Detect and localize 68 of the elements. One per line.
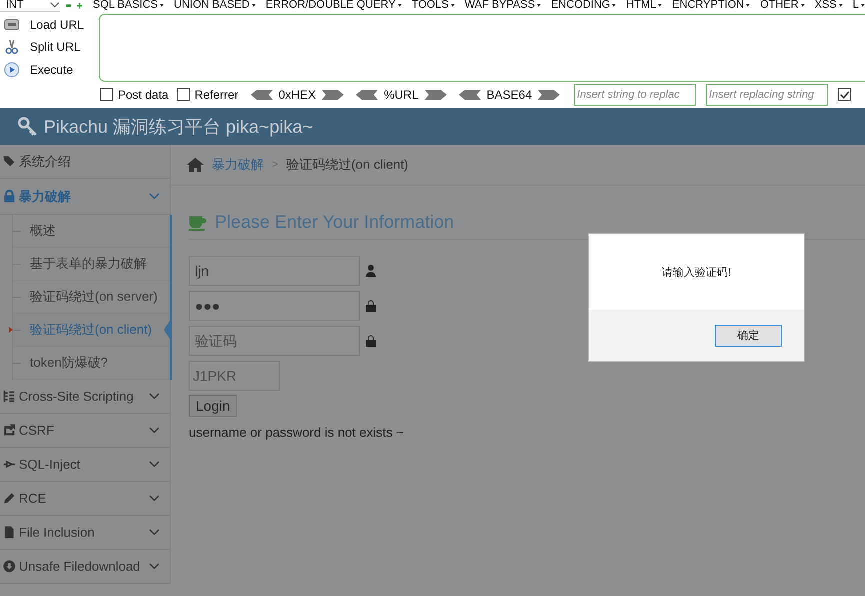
sidebar-item[interactable]: CSRF — [0, 414, 170, 448]
sidebar-item-icon — [3, 526, 16, 539]
sidebar-item[interactable]: File Inclusion — [0, 516, 170, 550]
menu-item[interactable]: HTML — [626, 0, 662, 11]
url-type-dropdown[interactable]: INT — [0, 0, 60, 12]
option-checkbox[interactable]: Referrer — [176, 88, 239, 102]
left-arrow-icon[interactable] — [250, 90, 273, 100]
sidebar-item-icon — [3, 390, 16, 403]
cup-icon — [189, 214, 207, 230]
left-arrow-icon[interactable] — [356, 90, 378, 100]
lock-icon — [366, 335, 376, 347]
right-arrow-icon[interactable] — [424, 90, 447, 100]
option-checkbox[interactable]: Post data — [100, 88, 169, 102]
username-field[interactable]: ljn — [189, 256, 360, 286]
sidebar-item[interactable]: SQL-Inject — [0, 448, 170, 482]
captcha-code: J1PKR — [189, 361, 280, 391]
encoder-label: %URL — [384, 88, 419, 102]
menu-item[interactable]: WAF BYPASS — [464, 0, 542, 11]
menu-item[interactable]: ENCODING — [551, 0, 616, 11]
play-icon — [4, 62, 20, 78]
encoder-label: BASE64 — [486, 88, 532, 102]
menu-item[interactable]: TOOLS — [412, 0, 455, 11]
sidebar-item[interactable]: Cross-Site Scripting — [0, 380, 170, 414]
encoder-label: 0xHEX — [278, 88, 316, 102]
home-icon — [187, 158, 204, 172]
menu-item[interactable]: ERROR/DOUBLE QUERY — [266, 0, 402, 11]
sidebar-item-icon — [3, 492, 16, 505]
checkbox[interactable] — [838, 88, 852, 101]
sidebar-item-icon — [3, 560, 16, 573]
menu-item[interactable]: L — [852, 0, 865, 11]
minus-icon[interactable] — [66, 2, 72, 10]
replace-string-field[interactable]: Insert string to replac — [574, 84, 696, 106]
sidebar-item-icon — [3, 190, 16, 203]
sidebar-item[interactable]: 系统介绍 — [0, 145, 170, 179]
action-button[interactable]: Split URL — [4, 38, 99, 55]
plus-icon[interactable] — [77, 2, 83, 10]
sidebar-item-icon — [3, 155, 16, 168]
right-arrow-icon[interactable] — [322, 90, 344, 100]
form-heading: Please Enter Your Information — [215, 212, 454, 233]
alert-message: 请输入验证码! — [662, 266, 732, 280]
ok-button[interactable]: 确定 — [715, 324, 782, 346]
url-field[interactable] — [99, 14, 865, 82]
caret-icon — [50, 2, 60, 8]
lock-icon — [366, 300, 376, 312]
sidebar-item-icon — [3, 458, 16, 471]
menu-item[interactable]: UNION BASED — [174, 0, 256, 11]
site-title: Pikachu 漏洞练习平台 pika~pika~ — [44, 116, 314, 138]
sidebar-item[interactable]: RCE — [0, 482, 170, 516]
login-button[interactable]: Login — [189, 395, 238, 417]
menu-item[interactable]: XSS — [814, 0, 843, 11]
menu-item[interactable]: ENCRYPTION — [672, 0, 750, 11]
action-button[interactable]: Load URL — [4, 18, 99, 32]
action-button[interactable]: Execute — [4, 62, 99, 78]
left-arrow-icon[interactable] — [458, 90, 481, 100]
scissors-icon — [4, 38, 20, 55]
breadcrumb-separator: > — [272, 159, 278, 171]
sidebar-item[interactable]: Unsafe Filedownload — [0, 550, 170, 584]
right-arrow-icon[interactable] — [538, 90, 560, 100]
replacing-string-field[interactable]: Insert replacing string — [706, 84, 828, 106]
captcha-field[interactable]: 验证码 — [189, 326, 360, 356]
user-icon — [366, 265, 376, 277]
breadcrumb-current: 验证码绕过(on client) — [286, 156, 409, 174]
key-icon — [18, 116, 38, 136]
sidebar-item-icon — [3, 424, 16, 437]
menu-item[interactable]: OTHER — [760, 0, 805, 11]
password-field[interactable]: ●●● — [189, 291, 360, 321]
error-message: username or password is not exists ~ — [189, 425, 405, 440]
menu-item[interactable]: SQL BASICS — [93, 0, 164, 11]
